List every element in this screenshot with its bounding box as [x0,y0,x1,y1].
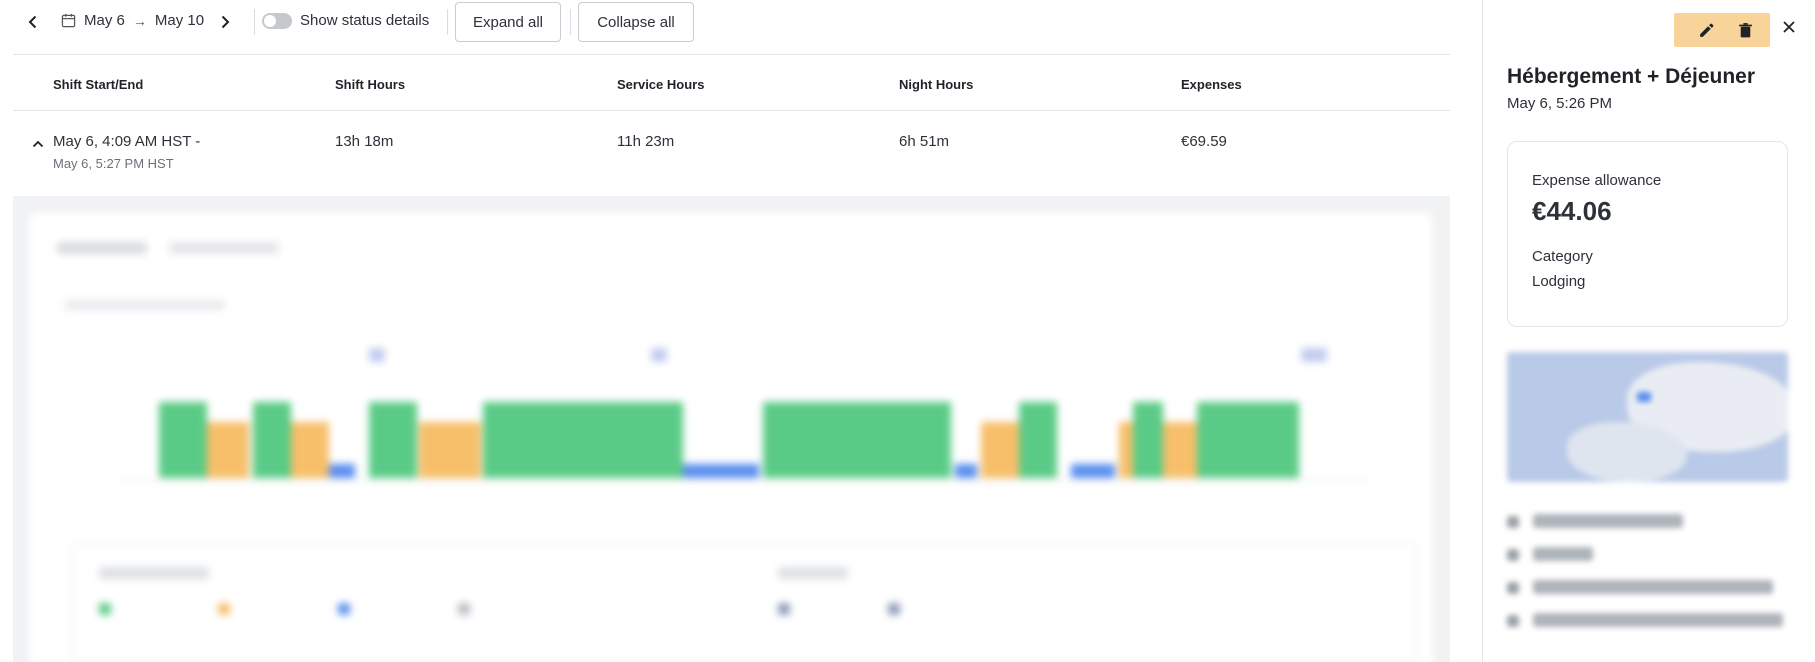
timeline-bar [981,422,1019,478]
next-range-button[interactable] [212,9,238,35]
timeline-axis [119,480,1369,481]
timeline-bar [253,402,291,478]
timeline-bar [1197,402,1299,478]
toolbar-divider [447,9,448,35]
timeline-bar [1071,464,1115,478]
blurred-tab [169,242,279,254]
blurred-marker [1301,348,1327,362]
blurred-detail-row [1507,611,1788,633]
column-header-service-hours[interactable]: Service Hours [617,77,704,92]
blurred-tab [57,242,147,254]
previous-range-button[interactable] [20,9,46,35]
toggle-switch[interactable] [262,12,292,29]
close-button[interactable] [1779,17,1799,37]
timeline-bar [207,422,249,478]
blurred-summary-box [72,542,1417,662]
night-hours-cell: 6h 51m [899,133,950,150]
blurred-subtitle [65,300,225,310]
date-range-end: May 10 [154,12,205,29]
close-icon [1783,21,1795,33]
blurred-summary-title [99,567,209,579]
delete-button[interactable] [1735,20,1755,40]
table-header: Shift Start/End Shift Hours Service Hour… [0,55,1450,109]
edit-button[interactable] [1696,20,1716,40]
date-range-start: May 6 [84,12,125,29]
timeline-bar [683,464,759,478]
legend-swatch [218,603,230,615]
allowance-label: Expense allowance [1532,172,1662,189]
collapse-all-button[interactable]: Collapse all [578,2,694,42]
shift-hours-cell: 13h 18m [335,133,394,150]
legend-swatch [338,603,350,615]
chevron-up-icon[interactable] [31,137,45,151]
blurred-detail-row [1507,545,1788,567]
timeline-bar [419,422,481,478]
blurred-detail-row [1507,578,1788,600]
show-status-details-label: Show status details [300,12,430,29]
timeline-bar [955,464,977,478]
blurred-detail-row [1507,512,1788,534]
legend-swatch [888,603,900,615]
timeline-bar [369,402,417,478]
timeline-bar [1119,422,1133,478]
chevron-right-icon [221,15,230,29]
trash-icon [1738,22,1752,37]
column-header-night-hours[interactable]: Night Hours [899,77,973,92]
timeline-bar [1163,422,1197,478]
timeline-bar [291,422,329,478]
timeline-bar [159,402,207,478]
expense-detail-panel: Hébergement + Déjeuner May 6, 5:26 PM Ex… [1482,0,1815,662]
timeline-bar [1133,402,1163,478]
column-header-shift-hours[interactable]: Shift Hours [335,77,405,92]
shift-start-end-cell: May 6, 4:09 AM HST - [53,133,201,150]
expense-date: May 6, 5:26 PM [1507,95,1613,112]
column-header-expenses[interactable]: Expenses [1181,77,1242,92]
expenses-cell: €69.59 [1181,133,1227,150]
blurred-marker [369,348,385,362]
show-status-details-toggle[interactable]: Show status details [262,12,429,29]
date-range-picker[interactable]: May 6 → May 10 [61,12,204,29]
pencil-icon [1699,23,1713,37]
category-label: Category [1532,248,1593,265]
table-row[interactable]: May 6, 4:09 AM HST - May 6, 5:27 PM HST … [0,111,1450,195]
service-hours-cell: 11h 23m [617,133,675,150]
toolbar-divider [570,9,571,35]
column-header-shift-start-end[interactable]: Shift Start/End [53,77,143,92]
blurred-expenses-title [778,567,848,579]
legend-swatch [99,603,111,615]
map-marker [1637,392,1651,402]
main-area: May 6 → May 10 Show status details Expan… [0,0,1480,662]
legend-swatch [458,603,470,615]
toolbar: May 6 → May 10 Show status details Expan… [0,0,1480,44]
expanded-row-panel [13,196,1450,662]
calendar-icon [61,13,76,28]
date-range-arrow: → [132,12,147,29]
blurred-marker [651,348,667,362]
timeline-bar [483,402,683,478]
toolbar-divider [254,9,255,35]
timeline-bar [763,402,951,478]
expense-title: Hébergement + Déjeuner [1507,65,1756,88]
expense-actions [1674,13,1770,47]
category-value: Lodging [1532,273,1586,290]
expand-all-button[interactable]: Expand all [455,2,561,42]
expense-card: Expense allowance €44.06 Category Lodgin… [1507,141,1788,327]
shift-end-subtext: May 6, 5:27 PM HST [53,156,174,171]
timeline-bar [329,464,355,478]
location-map[interactable] [1507,352,1788,482]
blurred-shift-details [29,212,1433,662]
allowance-amount: €44.06 [1532,196,1612,226]
chevron-left-icon [28,15,37,29]
legend-swatch [778,603,790,615]
timeline-bar [1019,402,1057,478]
